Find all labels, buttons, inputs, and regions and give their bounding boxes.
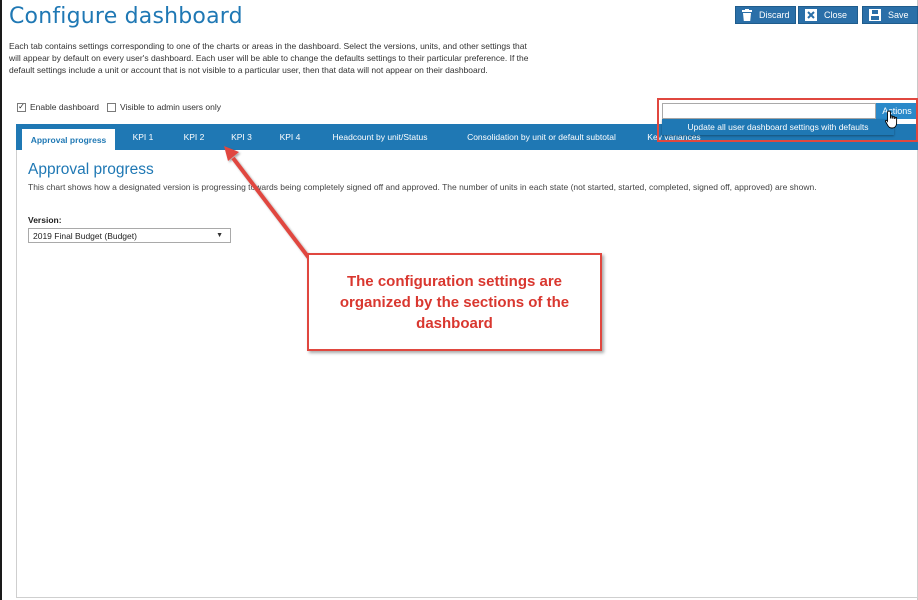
hand-cursor-icon	[885, 110, 898, 129]
page-title: Configure dashboard	[9, 4, 243, 29]
tab-kpi-2[interactable]: KPI 2	[172, 124, 216, 150]
page-description: Each tab contains settings corresponding…	[9, 41, 529, 76]
tab-kpi-4[interactable]: KPI 4	[268, 124, 312, 150]
tab-kpi-1[interactable]: KPI 1	[122, 124, 164, 150]
close-button[interactable]: Close	[798, 6, 858, 24]
section-description: This chart shows how a designated versio…	[28, 182, 817, 192]
tab-kpi-3[interactable]: KPI 3	[219, 124, 264, 150]
dashboard-options: ✓ Enable dashboard Visible to admin user…	[17, 102, 229, 112]
callout-text: The configuration settings are organized…	[339, 272, 570, 332]
tab-approval-progress[interactable]: Approval progress	[22, 129, 115, 150]
window-left-border	[0, 0, 2, 600]
discard-label: Discard	[759, 10, 790, 20]
enable-dashboard-label: Enable dashboard	[30, 102, 100, 112]
save-button[interactable]: Save	[862, 6, 918, 24]
close-icon	[805, 9, 817, 21]
chevron-down-icon: ▼	[216, 232, 223, 239]
section-title: Approval progress	[28, 161, 154, 178]
visible-admin-label: Visible to admin users only	[120, 102, 221, 112]
version-label: Version:	[28, 215, 62, 225]
floppy-icon	[869, 9, 881, 21]
version-value: 2019 Final Budget (Budget)	[33, 230, 137, 241]
visible-admin-checkbox[interactable]	[107, 102, 117, 112]
close-label: Close	[824, 10, 848, 20]
actions-menu-item[interactable]: Update all user dashboard settings with …	[662, 119, 894, 135]
discard-button[interactable]: Discard	[735, 6, 796, 24]
version-select[interactable]: 2019 Final Budget (Budget) ▼	[28, 228, 231, 243]
actions-input[interactable]	[662, 103, 876, 119]
tab-consolidation[interactable]: Consolidation by unit or default subtota…	[449, 124, 634, 150]
callout-box: The configuration settings are organized…	[307, 253, 602, 351]
trash-icon	[742, 9, 752, 21]
enable-dashboard-checkbox[interactable]: ✓	[17, 102, 26, 112]
save-label: Save	[888, 10, 909, 20]
content-frame	[16, 150, 918, 598]
tab-headcount[interactable]: Headcount by unit/Status	[319, 124, 441, 150]
